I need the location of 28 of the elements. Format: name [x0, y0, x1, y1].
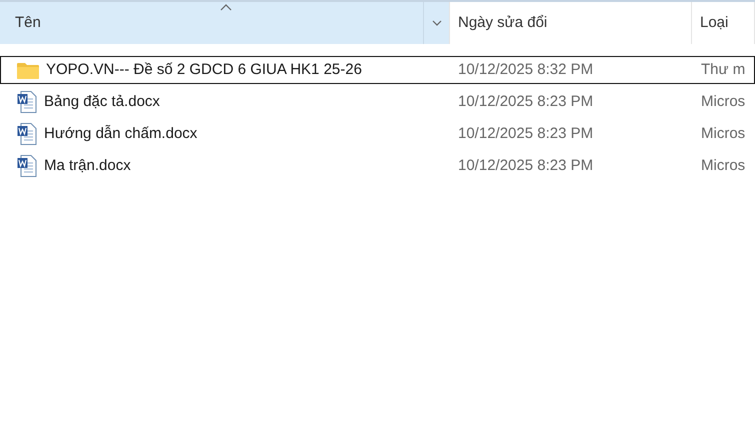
file-row[interactable]: Hướng dẫn chấm.docx 10/12/2025 8:23 PM Micros [0, 120, 755, 148]
file-row[interactable]: Ma trận.docx 10/12/2025 8:23 PM Micros [0, 152, 755, 180]
word-document-icon [17, 91, 37, 113]
modified-date: 10/12/2025 8:23 PM [458, 124, 594, 142]
modified-date: 10/12/2025 8:32 PM [458, 60, 594, 78]
column-label: Loại [700, 12, 728, 33]
file-name: Bảng đặc tả.docx [44, 92, 160, 112]
column-header[interactable]: Ngày sửa đổi [450, 2, 692, 44]
file-type: Thư m [701, 60, 746, 78]
file-name: Hướng dẫn chấm.docx [44, 124, 198, 144]
file-type: Micros [701, 124, 746, 142]
modified-date: 10/12/2025 8:23 PM [458, 92, 594, 110]
column-label: Ngày sửa đổi [458, 12, 548, 33]
file-row[interactable]: YOPO.VN--- Đề số 2 GDCD 6 GIUA HK1 25-26 10/12/2025 8:32 PM Thư m [0, 56, 755, 84]
file-type: Micros [701, 156, 746, 174]
sort-ascending-icon [220, 4, 232, 11]
column-label: Tên [15, 12, 41, 33]
file-name: YOPO.VN--- Đề số 2 GDCD 6 GIUA HK1 25-26 [46, 60, 362, 80]
column-header[interactable]: Loại [692, 2, 755, 44]
folder-icon [17, 62, 39, 78]
file-row[interactable]: Bảng đặc tả.docx 10/12/2025 8:23 PM Micros [0, 88, 755, 116]
word-document-icon [17, 123, 37, 145]
chevron-down-icon [432, 20, 442, 26]
file-type: Micros [701, 92, 746, 110]
file-name: Ma trận.docx [44, 156, 131, 176]
word-document-icon [17, 155, 37, 177]
column-header[interactable]: Tên [0, 2, 450, 44]
modified-date: 10/12/2025 8:23 PM [458, 156, 594, 174]
